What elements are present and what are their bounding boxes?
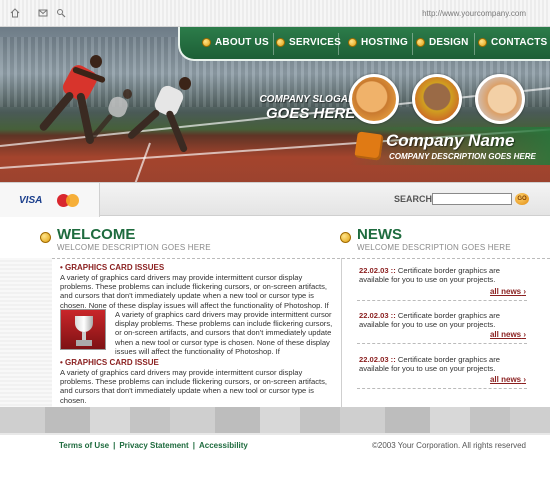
- news-date: 22.02.03 ::: [359, 266, 396, 275]
- link-icon[interactable]: [56, 8, 66, 18]
- news-date: 22.02.03 ::: [359, 311, 396, 320]
- all-news-link[interactable]: all news ›: [490, 330, 526, 339]
- puzzle-logo-icon: [354, 131, 384, 161]
- company-slogan: COMPANY SLOGAN GOES HERE: [259, 94, 356, 122]
- issue-title[interactable]: • GRAPHICS CARD ISSUE: [60, 358, 159, 367]
- issue-body: A variety of graphics card drivers may p…: [115, 310, 333, 356]
- bullet-icon: [276, 38, 285, 47]
- company-description: COMPANY DESCRIPTION GOES HERE: [389, 152, 536, 161]
- footer: Terms of Use | Privacy Statement | Acces…: [0, 435, 550, 480]
- payment-search-bar: VISA SEARCH: GO: [0, 182, 550, 217]
- company-name: Company Name: [386, 131, 515, 150]
- issue-body: A variety of graphics card drivers may p…: [60, 368, 328, 405]
- copyright: ©2003 Your Corporation. All rights reser…: [372, 441, 526, 450]
- column-divider: [341, 258, 342, 408]
- search-label: SEARCH:: [394, 194, 436, 204]
- nav-about-us[interactable]: ABOUT US: [202, 37, 269, 48]
- mastercard-logo: [57, 194, 79, 207]
- news-heading: NEWS WELCOME DESCRIPTION GOES HERE: [340, 226, 511, 252]
- main-nav: ABOUT US SERVICES HOSTING DESIGN CONTACT…: [178, 27, 550, 61]
- search-input[interactable]: [432, 193, 512, 205]
- issue-title[interactable]: • GRAPHICS CARD ISSUES: [60, 263, 164, 272]
- bullet-icon: [340, 232, 351, 243]
- nav-contacts[interactable]: CONTACTS: [478, 37, 547, 48]
- hero-banner: ABOUT US SERVICES HOSTING DESIGN CONTACT…: [0, 27, 550, 182]
- welcome-title: WELCOME: [57, 226, 136, 243]
- bullet-icon: [478, 38, 487, 47]
- bullet-icon: [416, 38, 425, 47]
- nav-hosting[interactable]: HOSTING: [348, 37, 408, 48]
- all-news-link[interactable]: all news ›: [490, 287, 526, 296]
- bullet-icon: [202, 38, 211, 47]
- site-url[interactable]: http://www.yourcompany.com: [422, 9, 526, 18]
- news-item: 22.02.03 :: Certificate border graphics …: [359, 355, 527, 373]
- nav-design[interactable]: DESIGN: [416, 37, 469, 48]
- smiling-athlete-photo: [475, 74, 525, 124]
- welcome-description: WELCOME DESCRIPTION GOES HERE: [57, 243, 211, 252]
- trophy-image: [60, 309, 106, 350]
- all-news-link[interactable]: all news ›: [490, 375, 526, 384]
- nav-services[interactable]: SERVICES: [276, 37, 341, 48]
- home-icon[interactable]: [10, 8, 20, 18]
- decorative-band: [0, 407, 550, 433]
- payment-methods: VISA: [0, 183, 100, 217]
- welcome-heading: WELCOME WELCOME DESCRIPTION GOES HERE: [40, 226, 211, 252]
- terms-of-use-link[interactable]: Terms of Use: [59, 441, 109, 450]
- top-bar: http://www.yourcompany.com: [0, 0, 550, 27]
- news-date: 22.02.03 ::: [359, 355, 396, 364]
- sprinter-figure: [90, 87, 145, 157]
- search-go-button[interactable]: GO: [515, 193, 529, 205]
- privacy-statement-link[interactable]: Privacy Statement: [119, 441, 188, 450]
- news-description: WELCOME DESCRIPTION GOES HERE: [357, 243, 511, 252]
- bullet-icon: [40, 232, 51, 243]
- footer-links: Terms of Use | Privacy Statement | Acces…: [59, 441, 248, 450]
- news-title: NEWS: [357, 226, 402, 243]
- basketball-photo: [349, 74, 399, 124]
- accessibility-link[interactable]: Accessibility: [199, 441, 248, 450]
- mail-icon[interactable]: [38, 8, 48, 18]
- bullet-icon: [348, 38, 357, 47]
- news-item: 22.02.03 :: Certificate border graphics …: [359, 266, 527, 284]
- athlete-photo: [412, 74, 462, 124]
- sprinter-figure: [126, 75, 205, 175]
- photo-thumbnails: [349, 74, 525, 124]
- news-item: 22.02.03 :: Certificate border graphics …: [359, 311, 527, 329]
- visa-logo: VISA: [19, 195, 43, 206]
